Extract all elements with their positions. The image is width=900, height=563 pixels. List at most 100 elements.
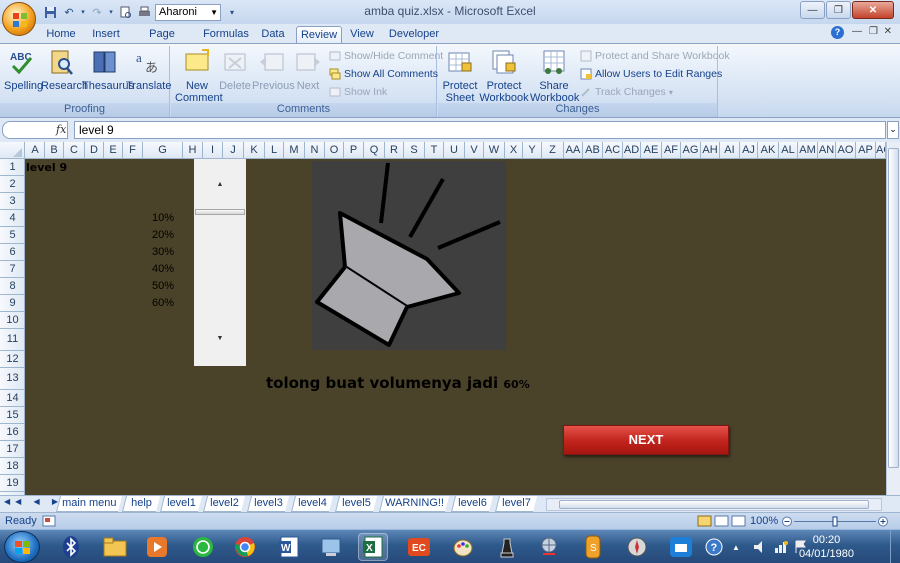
control-panel-icon[interactable] [316,533,346,561]
tab-insert[interactable]: Insert [86,26,126,43]
tab-home[interactable]: Home [44,26,78,43]
row-header[interactable]: 6 [0,244,25,261]
column-header[interactable]: H [183,142,203,159]
column-header[interactable]: AQ [876,142,886,159]
column-header[interactable]: K [244,142,265,159]
network-icon[interactable] [772,533,790,561]
help-tray-icon[interactable]: ? [704,533,724,561]
ribbon-restore-icon[interactable]: ❐ [869,26,878,37]
zoom-slider[interactable] [782,516,888,527]
column-header[interactable]: I [203,142,223,159]
view-buttons-icon[interactable] [697,515,747,527]
column-header[interactable]: AM [798,142,818,159]
column-header[interactable]: G [143,142,183,159]
translate-button[interactable]: aあ Translate [126,48,171,92]
tab-developer[interactable]: Developer [387,26,441,43]
formula-input[interactable]: level 9 [74,121,886,139]
column-header[interactable]: D [85,142,104,159]
column-header[interactable]: AP [856,142,876,159]
track-changes-button[interactable]: Track Changes ▾ [580,86,673,98]
column-header[interactable]: E [104,142,123,159]
thesaurus-button[interactable]: Thesaurus [82,48,134,92]
app-blue-icon[interactable] [666,533,696,561]
row-header[interactable]: 2 [0,176,25,193]
column-header[interactable]: B [45,142,64,159]
volume-scrollbar-control[interactable]: ▲ ▼ [194,159,246,366]
column-header[interactable]: AA [564,142,583,159]
volume-icon[interactable] [752,533,770,561]
start-button[interactable] [4,531,40,563]
row-header[interactable]: 9 [0,295,25,312]
previous-comment-button[interactable]: Previous [252,48,295,92]
column-header[interactable]: Q [364,142,385,159]
protect-sheet-button[interactable]: Protect Sheet [441,48,479,104]
column-header[interactable]: J [223,142,244,159]
row-header[interactable]: 4 [0,210,25,227]
column-header[interactable]: R [385,142,404,159]
column-header[interactable]: M [284,142,305,159]
row-header[interactable]: 3 [0,193,25,210]
column-header[interactable]: L [265,142,284,159]
show-hide-comment-button[interactable]: Show/Hide Comment [329,50,443,62]
whatsapp-icon[interactable] [188,533,218,561]
horizontal-scrollbar[interactable] [546,498,882,511]
sheet-tab-level4[interactable]: level4 [291,496,333,512]
ribbon-minimize-icon[interactable]: — [852,26,862,37]
excel-icon[interactable]: X [358,533,388,561]
app-ec-icon[interactable]: EC [404,533,434,561]
media-player-icon[interactable] [142,533,172,561]
row-header[interactable]: 17 [0,441,25,458]
sheet-tab-level1[interactable]: level1 [160,496,202,512]
close-button[interactable]: ✕ [852,1,894,19]
column-header[interactable]: AK [758,142,779,159]
vertical-scrollbar[interactable] [886,142,900,495]
column-header[interactable]: C [64,142,85,159]
tab-data[interactable]: Data [257,26,289,43]
row-header[interactable]: 8 [0,278,25,295]
column-header[interactable]: Z [542,142,564,159]
next-comment-button[interactable]: Next [293,48,323,92]
column-header[interactable]: W [484,142,505,159]
show-ink-button[interactable]: Show Ink [329,86,387,98]
column-header[interactable]: AJ [740,142,758,159]
select-all-button[interactable] [0,142,25,159]
column-header[interactable]: AL [779,142,798,159]
row-header[interactable]: 1 [0,159,25,176]
row-header[interactable]: 19 [0,475,25,492]
column-header[interactable]: U [444,142,465,159]
chrome-icon[interactable] [230,533,260,561]
new-comment-button[interactable]: New Comment [175,48,223,104]
macro-record-icon[interactable] [42,515,56,527]
row-header[interactable]: 13 [0,368,25,390]
column-header[interactable]: AH [701,142,720,159]
zoom-level[interactable]: 100% [750,515,778,527]
row-header[interactable]: 5 [0,227,25,244]
system-clock[interactable]: 00:20 04/01/1980 [799,533,854,561]
protect-share-workbook-button[interactable]: Protect and Share Workbook [580,50,730,62]
minimize-button[interactable]: — [800,1,825,19]
column-header[interactable]: X [505,142,523,159]
vertical-scrollbar-thumb[interactable] [888,148,899,468]
insert-function-icon[interactable]: fx [56,123,66,136]
ribbon-close-icon[interactable]: ✕ [884,26,892,37]
restore-button[interactable]: ❐ [826,1,851,19]
column-header[interactable]: AN [818,142,836,159]
compass-icon[interactable] [622,533,652,561]
column-header[interactable]: Y [523,142,542,159]
help-icon[interactable]: ? [831,26,844,39]
sheet-tab-level7[interactable]: level7 [495,496,537,512]
next-button[interactable]: NEXT [563,425,729,455]
show-hidden-icons-icon[interactable]: ▲ [730,533,742,561]
column-header[interactable]: V [465,142,484,159]
show-all-comments-button[interactable]: Show All Comments [329,68,438,80]
column-header[interactable]: S [404,142,425,159]
scroll-down-arrow-icon[interactable]: ▼ [194,335,246,342]
research-button[interactable]: Research [41,48,88,92]
spelling-button[interactable]: ABC Spelling [4,48,43,92]
office-button[interactable] [2,2,36,36]
tab-page-layout[interactable]: Page Layout [132,26,192,56]
column-header[interactable]: AB [583,142,603,159]
column-header[interactable]: A [26,142,45,159]
column-header[interactable]: P [344,142,364,159]
row-header[interactable]: 15 [0,407,25,424]
